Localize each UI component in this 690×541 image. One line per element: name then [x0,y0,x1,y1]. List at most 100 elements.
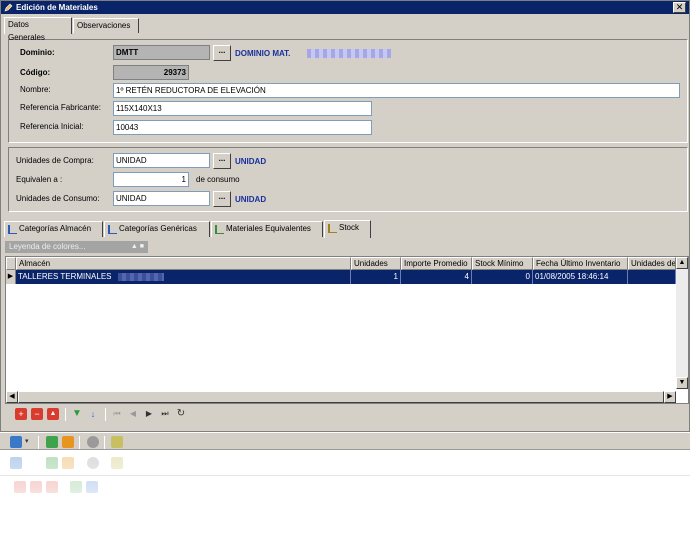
table-row[interactable]: ▶ TALLERES TERMINALES 1 4 0 01/08/2005 1… [6,270,676,284]
legend-controls-icon[interactable]: ▲ ■ [131,241,144,253]
accept-icon[interactable] [46,436,58,448]
prev-icon[interactable]: ◀ [127,408,139,420]
redacted-text [307,49,391,58]
stock-grid[interactable]: Almacén Unidades Importe Promedio Stock … [5,256,689,404]
separator [38,436,39,449]
referencia-fabricante-field[interactable]: 115X140X13 [113,101,372,116]
report-icon[interactable] [111,436,123,448]
dominio-field[interactable]: DMTT [113,45,210,60]
dominio-label: Dominio: [20,48,55,57]
units-group: Unidades de Compra: UNIDAD ... UNIDAD Eq… [8,147,688,212]
add-icon[interactable]: + [15,408,27,420]
add-icon [14,481,26,493]
equivalen-label: Equivalen a : [16,175,63,184]
form-toolbar: ▾ [0,432,690,450]
first-icon[interactable]: ⏮ [111,408,123,420]
tab-label: Categorías Almacén [19,224,92,233]
nombre-field[interactable]: 1º RETÉN REDUCTORA DE ELEVACIÓN [113,83,680,98]
column-unidades-de[interactable]: Unidades de [628,257,676,270]
vertical-scrollbar[interactable]: ▲ ▼ [676,257,688,389]
close-button[interactable]: ✕ [673,2,686,13]
redacted-text [117,272,164,281]
column-stock-minimo[interactable]: Stock Mínimo [472,257,533,270]
tab-categorias-almacen[interactable]: Categorías Almacén [4,221,103,237]
grid-header: Almacén Unidades Importe Promedio Stock … [6,257,688,270]
cell-fecha: 01/08/2005 18:46:14 [533,270,628,284]
top-tab-strip: Datos Generales Observaciones [4,17,684,42]
dominio-lookup-button[interactable]: ... [213,45,231,61]
unidades-consumo-label: Unidades de Consumo: [16,194,100,203]
column-fecha-ultimo-inventario[interactable]: Fecha Último Inventario [533,257,628,270]
color-legend-label: Leyenda de colores... [9,242,86,251]
pencil-icon [4,3,13,12]
row-indicator-icon: ▶ [6,270,16,284]
scroll-up-icon[interactable]: ▲ [676,257,688,269]
window-reflection [0,451,690,541]
unidades-compra-description: UNIDAD [235,157,267,166]
new-record-icon[interactable] [10,436,22,448]
filter-icon[interactable]: ▼ [71,408,83,420]
referencia-inicial-field[interactable]: 10043 [113,120,372,135]
up-icon [46,481,58,493]
codigo-field[interactable]: 29373 [113,65,189,80]
refresh-icon[interactable]: ↻ [175,408,187,420]
tab-observaciones[interactable]: Observaciones [73,18,139,33]
grid-navigator: + − ▲ ▼ ↓ ⏮ ◀ ▶ ⏭ ↻ [5,406,689,424]
referencia-inicial-label: Referencia Inicial: [20,122,84,131]
column-importe-promedio[interactable]: Importe Promedio [401,257,472,270]
color-legend-bar[interactable]: Leyenda de colores... ▲ ■ [5,241,148,253]
delete-icon[interactable]: − [31,408,43,420]
up-icon[interactable]: ▲ [47,408,59,420]
cell-almacen: TALLERES TERMINALES [16,270,351,284]
codigo-label: Código: [20,68,51,77]
unidades-compra-lookup-button[interactable]: ... [213,153,231,169]
dropdown-arrow-icon[interactable]: ▾ [25,436,31,448]
horizontal-scrollbar[interactable]: ◀ ▶ [6,391,676,403]
scroll-thumb[interactable] [18,391,664,403]
tab-stock[interactable]: Stock [324,220,371,238]
report-icon [111,457,123,469]
new-record-icon [10,457,22,469]
column-almacen[interactable]: Almacén [16,257,351,270]
delete-icon [30,481,42,493]
accept-icon [46,457,58,469]
scroll-right-icon[interactable]: ▶ [664,391,676,403]
cell-importe: 4 [401,270,472,284]
tab-label: Materiales Equivalentes [226,224,311,233]
detail-tab-strip: Categorías Almacén Categorías Genéricas … [4,220,688,238]
scroll-down-icon[interactable]: ▼ [676,377,688,389]
de-consumo-label: de consumo [196,175,240,184]
separator [105,408,106,421]
scroll-left-icon[interactable]: ◀ [6,391,18,403]
sort-icon[interactable]: ↓ [87,408,99,420]
tab-label: Categorías Genéricas [119,224,197,233]
separator [65,408,66,421]
stock-icon [328,224,337,233]
row-indicator-header [6,257,16,270]
column-unidades[interactable]: Unidades [351,257,401,270]
category-tree-icon [108,225,117,234]
reflection-fade [0,451,690,541]
cancel-icon [62,457,74,469]
cancel-icon[interactable] [62,436,74,448]
referencia-fabricante-label: Referencia Fabricante: [20,103,101,112]
materials-edit-window: Edición de Materiales ✕ Datos Generales … [0,0,690,432]
separator [79,436,80,449]
unidades-consumo-description: UNIDAD [235,195,267,204]
next-icon[interactable]: ▶ [143,408,155,420]
help-icon[interactable] [87,436,99,448]
tab-categorias-genericas[interactable]: Categorías Genéricas [104,221,210,237]
tab-materiales-equivalentes[interactable]: Materiales Equivalentes [211,221,323,237]
dominio-description: DOMINIO MAT. [235,49,291,58]
equivalen-field[interactable]: 1 [113,172,189,187]
last-icon[interactable]: ⏭ [159,408,171,420]
tab-label: Datos Generales [8,20,45,42]
unidades-compra-field[interactable]: UNIDAD [113,153,210,168]
unidades-consumo-field[interactable]: UNIDAD [113,191,210,206]
tab-label: Stock [339,223,360,232]
cell-unidades-de [628,270,676,284]
tab-datos-generales[interactable]: Datos Generales [4,17,72,42]
title-bar: Edición de Materiales ✕ [1,1,689,14]
tab-label: Observaciones [77,21,131,30]
unidades-consumo-lookup-button[interactable]: ... [213,191,231,207]
